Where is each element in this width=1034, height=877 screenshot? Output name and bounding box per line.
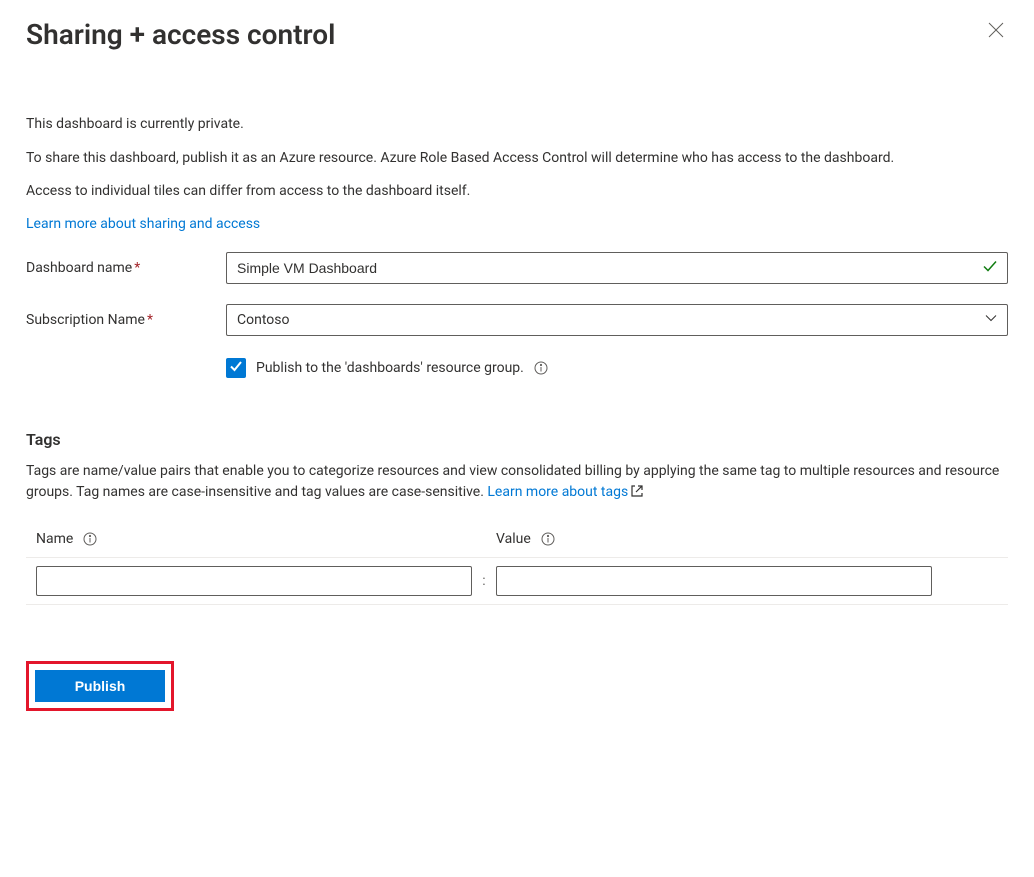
info-icon[interactable] bbox=[534, 361, 548, 375]
subscription-select[interactable]: Contoso bbox=[226, 304, 1008, 336]
tag-row: : bbox=[26, 558, 1008, 605]
publish-highlight-box: Publish bbox=[26, 661, 174, 711]
tags-description: Tags are name/value pairs that enable yo… bbox=[26, 461, 1008, 503]
close-button[interactable] bbox=[984, 18, 1008, 46]
tags-heading: Tags bbox=[26, 430, 1008, 449]
required-indicator: * bbox=[147, 312, 153, 328]
subscription-name-label: Subscription Name* bbox=[26, 312, 226, 328]
dashboard-name-label: Dashboard name* bbox=[26, 260, 226, 276]
tiles-access-text: Access to individual tiles can differ fr… bbox=[26, 182, 1008, 202]
info-icon[interactable] bbox=[83, 532, 97, 546]
learn-more-sharing-link[interactable]: Learn more about sharing and access bbox=[26, 216, 260, 232]
close-icon bbox=[988, 26, 1004, 42]
dashboard-name-input[interactable] bbox=[226, 252, 1008, 284]
tags-col-value: Value bbox=[496, 531, 531, 547]
tags-col-name: Name bbox=[36, 531, 73, 547]
share-instruction-text: To share this dashboard, publish it as a… bbox=[26, 149, 1008, 169]
tags-table: Name Value : bbox=[26, 525, 1008, 605]
required-indicator: * bbox=[134, 260, 140, 276]
subscription-value: Contoso bbox=[237, 312, 289, 328]
page-title: Sharing + access control bbox=[26, 18, 335, 51]
tag-value-input[interactable] bbox=[496, 566, 932, 596]
publish-to-rg-checkbox[interactable] bbox=[226, 358, 246, 378]
tag-separator: : bbox=[472, 573, 496, 589]
publish-to-rg-label: Publish to the 'dashboards' resource gro… bbox=[256, 360, 524, 376]
info-icon[interactable] bbox=[541, 532, 555, 546]
private-status-text: This dashboard is currently private. bbox=[26, 115, 1008, 135]
tag-name-input[interactable] bbox=[36, 566, 472, 596]
chevron-down-icon bbox=[985, 312, 997, 328]
external-link-icon bbox=[630, 484, 644, 498]
learn-more-tags-link[interactable]: Learn more about tags bbox=[487, 484, 644, 500]
checkmark-icon bbox=[229, 359, 243, 377]
publish-button[interactable]: Publish bbox=[35, 670, 165, 702]
